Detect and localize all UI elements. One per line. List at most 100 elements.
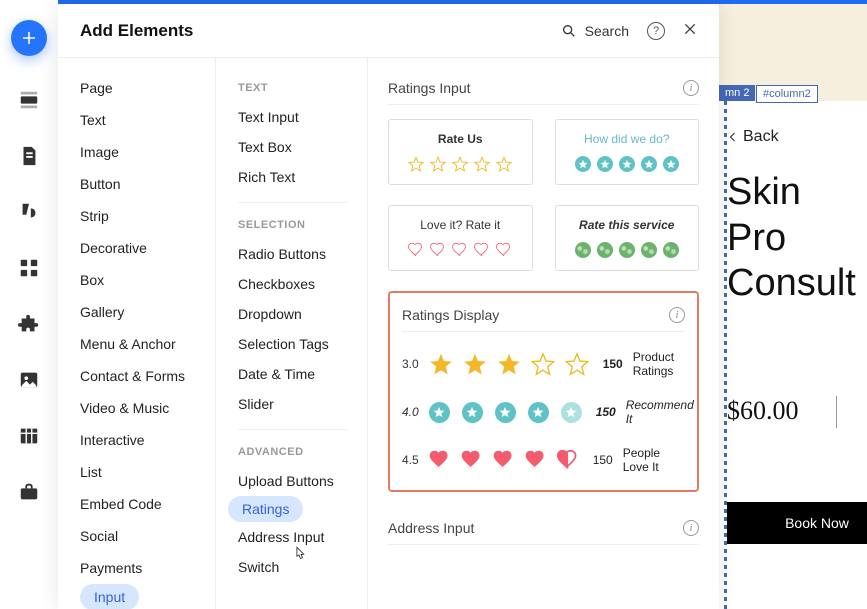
heart-outline-icon bbox=[452, 242, 468, 258]
element-subcategories: TEXTText InputText BoxRich TextSELECTION… bbox=[216, 58, 368, 609]
subcat-text-box[interactable]: Text Box bbox=[238, 132, 367, 162]
ratings-display-preset-circle-stars[interactable]: 4.0 150 Recommend It bbox=[402, 398, 685, 426]
subcat-group-advanced: ADVANCED bbox=[238, 436, 367, 466]
rating-value: 4.0 bbox=[402, 405, 419, 419]
subcat-text-input[interactable]: Text Input bbox=[238, 102, 367, 132]
globe-icon bbox=[575, 242, 591, 258]
info-icon[interactable]: i bbox=[669, 307, 685, 323]
add-elements-button[interactable] bbox=[11, 20, 47, 56]
subcat-date-time[interactable]: Date & Time bbox=[238, 359, 367, 389]
circle-star-icon bbox=[597, 156, 613, 172]
star-icon bbox=[565, 352, 589, 376]
back-label: Back bbox=[743, 128, 779, 146]
media-icon[interactable] bbox=[17, 368, 41, 392]
preset-label: Rate this service bbox=[579, 218, 674, 232]
category-button[interactable]: Button bbox=[80, 168, 215, 200]
star-outline-icon bbox=[452, 156, 468, 172]
search-label: Search bbox=[585, 23, 629, 39]
element-categories: PageTextImageButtonStripDecorativeBoxGal… bbox=[58, 58, 216, 609]
apps-icon[interactable] bbox=[17, 256, 41, 280]
category-box[interactable]: Box bbox=[80, 264, 215, 296]
book-now-button[interactable]: Book Now bbox=[727, 502, 867, 544]
circle-star-icon bbox=[575, 156, 591, 172]
ratings-display-preset-stars[interactable]: 3.0 150 Product Ratings bbox=[402, 350, 685, 378]
design-icon[interactable] bbox=[17, 200, 41, 224]
rating-count: 150 bbox=[593, 453, 613, 467]
globe-icon bbox=[641, 242, 657, 258]
puzzle-icon[interactable] bbox=[17, 312, 41, 336]
pages-icon[interactable] bbox=[17, 144, 41, 168]
ratings-input-preset-hearts[interactable]: Love it? Rate it bbox=[388, 205, 533, 271]
star-icon bbox=[531, 352, 555, 376]
panel-title: Add Elements bbox=[80, 21, 561, 41]
panel-search[interactable]: Search bbox=[561, 23, 629, 39]
preset-label: Love it? Rate it bbox=[420, 218, 500, 232]
subcat-ratings[interactable]: Ratings bbox=[228, 496, 303, 522]
data-icon[interactable] bbox=[17, 424, 41, 448]
sections-icon[interactable] bbox=[17, 88, 41, 112]
ratings-input-preset-globes[interactable]: Rate this service bbox=[555, 205, 700, 271]
star-icon bbox=[463, 352, 487, 376]
subcat-upload-buttons[interactable]: Upload Buttons bbox=[238, 466, 367, 496]
category-page[interactable]: Page bbox=[80, 72, 215, 104]
category-video-music[interactable]: Video & Music bbox=[80, 392, 215, 424]
address-input-section-header: Address Input i bbox=[388, 512, 699, 545]
ratings-display-highlight: Ratings Display i 3.0 150 Product Rating… bbox=[388, 291, 699, 492]
heart-outline-icon bbox=[408, 242, 424, 258]
category-gallery[interactable]: Gallery bbox=[80, 296, 215, 328]
category-decorative[interactable]: Decorative bbox=[80, 232, 215, 264]
category-payments[interactable]: Payments bbox=[80, 552, 215, 584]
subcat-dropdown[interactable]: Dropdown bbox=[238, 299, 367, 329]
search-icon bbox=[561, 23, 577, 39]
globe-icon bbox=[663, 242, 679, 258]
category-input[interactable]: Input bbox=[80, 584, 139, 609]
circle-star-icon bbox=[495, 402, 516, 423]
back-link[interactable]: Back bbox=[727, 128, 779, 146]
star-outline-icon bbox=[496, 156, 512, 172]
preset-label: Rate Us bbox=[438, 132, 483, 146]
category-menu-anchor[interactable]: Menu & Anchor bbox=[80, 328, 215, 360]
product-title: Skin Pro Consult bbox=[727, 170, 867, 307]
star-icon bbox=[497, 352, 521, 376]
circle-star-icon bbox=[429, 402, 450, 423]
subcat-slider[interactable]: Slider bbox=[238, 389, 367, 419]
subcat-address-input[interactable]: Address Input bbox=[238, 522, 367, 552]
info-icon[interactable]: i bbox=[683, 80, 699, 96]
ratings-display-preset-hearts[interactable]: 4.5 150 People Love It bbox=[402, 446, 685, 474]
help-button[interactable]: ? bbox=[647, 22, 665, 40]
category-strip[interactable]: Strip bbox=[80, 200, 215, 232]
subcat-selection-tags[interactable]: Selection Tags bbox=[238, 329, 367, 359]
star-outline-icon bbox=[408, 156, 424, 172]
close-button[interactable] bbox=[683, 20, 697, 41]
circle-star-icon bbox=[619, 156, 635, 172]
category-text[interactable]: Text bbox=[80, 104, 215, 136]
globe-icon bbox=[597, 242, 613, 258]
ratings-input-preset-circle-stars[interactable]: How did we do? bbox=[555, 119, 700, 185]
category-embed-code[interactable]: Embed Code bbox=[80, 488, 215, 520]
panel-header: Add Elements Search ? bbox=[58, 4, 719, 58]
category-list[interactable]: List bbox=[80, 456, 215, 488]
circle-star-icon bbox=[561, 402, 582, 423]
subcat-switch[interactable]: Switch bbox=[238, 552, 367, 582]
subcat-radio-buttons[interactable]: Radio Buttons bbox=[238, 239, 367, 269]
heart-icon bbox=[461, 449, 483, 471]
star-outline-icon bbox=[474, 156, 490, 172]
info-icon[interactable]: i bbox=[683, 520, 699, 536]
category-contact-forms[interactable]: Contact & Forms bbox=[80, 360, 215, 392]
column-tag: #column2 bbox=[756, 85, 818, 103]
ratings-display-section-header: Ratings Display i bbox=[402, 299, 685, 332]
star-icon bbox=[429, 352, 453, 376]
category-interactive[interactable]: Interactive bbox=[80, 424, 215, 456]
plus-icon bbox=[20, 29, 38, 47]
price-divider bbox=[836, 396, 837, 428]
rating-count: 150 bbox=[603, 357, 623, 371]
section-title: Address Input bbox=[388, 520, 474, 536]
subcat-rich-text[interactable]: Rich Text bbox=[238, 162, 367, 192]
category-social[interactable]: Social bbox=[80, 520, 215, 552]
subcat-checkboxes[interactable]: Checkboxes bbox=[238, 269, 367, 299]
rating-label: People Love It bbox=[623, 446, 685, 474]
business-icon[interactable] bbox=[17, 480, 41, 504]
subcat-group-selection: SELECTION bbox=[238, 209, 367, 239]
ratings-input-preset-stars-outline[interactable]: Rate Us bbox=[388, 119, 533, 185]
category-image[interactable]: Image bbox=[80, 136, 215, 168]
